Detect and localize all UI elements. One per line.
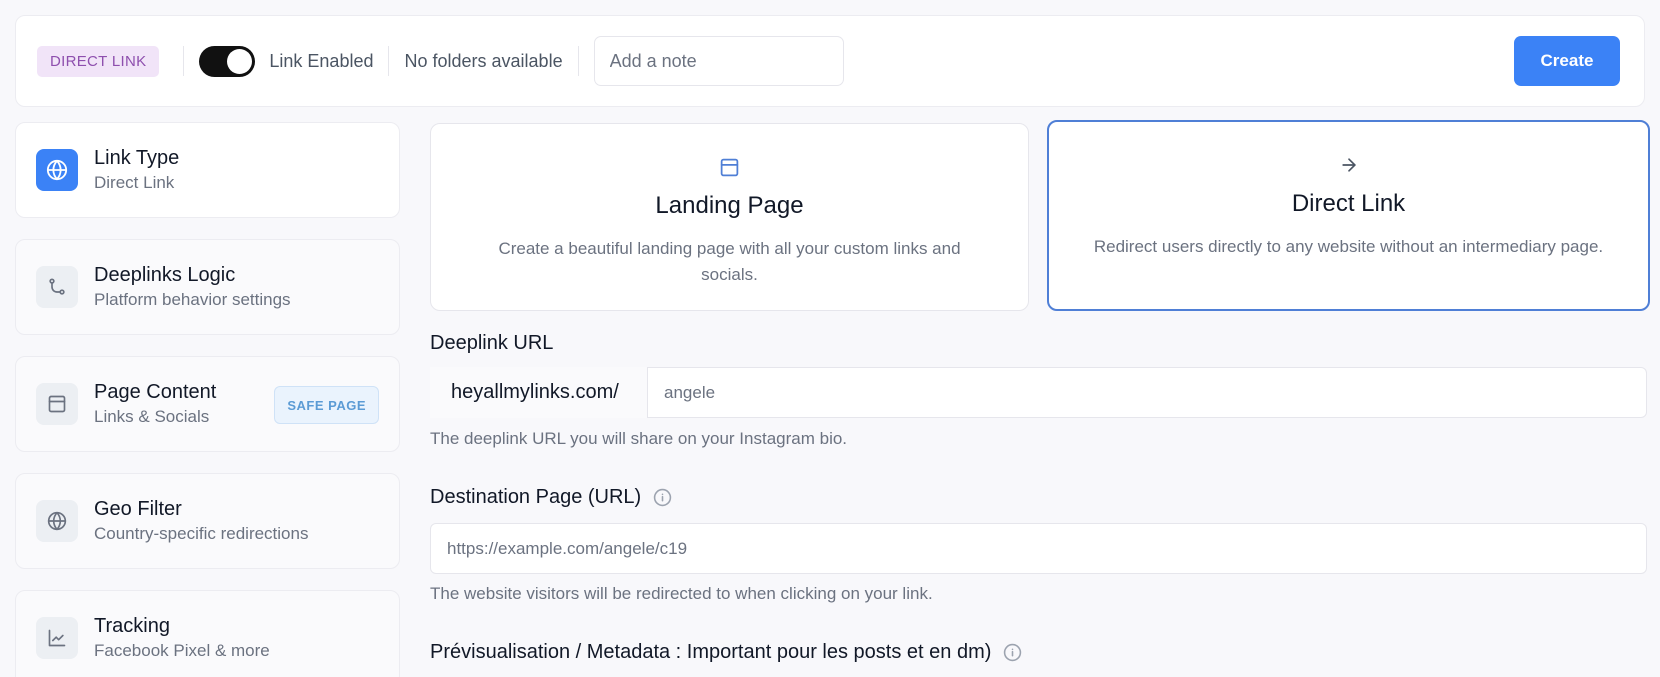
deeplink-url-row: heyallmylinks.com/ xyxy=(430,367,1647,418)
layout-icon xyxy=(36,383,78,425)
sidebar-item-text: Tracking Facebook Pixel & more xyxy=(94,614,270,662)
folders-status: No folders available xyxy=(404,50,563,71)
option-title: Direct Link xyxy=(1291,190,1406,217)
sidebar-item-text: Geo Filter Country-specific redirections xyxy=(94,497,308,545)
landing-page-option[interactable]: Landing Page Create a beautiful landing … xyxy=(430,123,1029,311)
preview-metadata-label: Prévisualisation / Metadata : Important … xyxy=(430,641,1022,664)
direct-link-option[interactable]: Direct Link Redirect users directly to a… xyxy=(1047,120,1650,311)
note-input[interactable] xyxy=(593,36,844,86)
label-text: Deeplink URL xyxy=(430,332,554,354)
sidebar-item-subtitle: Direct Link xyxy=(94,173,175,192)
option-description: Redirect users directly to any website w… xyxy=(1093,237,1604,256)
sidebar-item-page-content[interactable]: Page Content Links & Socials SAFE PAGE xyxy=(15,356,400,452)
safe-page-badge: SAFE PAGE xyxy=(274,386,379,424)
option-title: Landing Page xyxy=(655,192,804,219)
sidebar-item-title: Deeplinks Logic xyxy=(94,264,236,286)
top-bar: DIRECT LINK Link Enabled No folders avai… xyxy=(15,15,1645,107)
sidebar: Link Type Direct Link Deeplinks Logic Pl… xyxy=(15,122,400,677)
chart-line-icon xyxy=(36,617,78,659)
divider xyxy=(388,46,390,76)
divider xyxy=(183,46,185,76)
info-icon[interactable] xyxy=(653,488,672,507)
sidebar-item-geo-filter[interactable]: Geo Filter Country-specific redirections xyxy=(15,473,400,569)
globe-icon xyxy=(36,500,78,542)
destination-url-input[interactable] xyxy=(430,523,1647,574)
sidebar-item-title: Page Content xyxy=(94,381,217,403)
sidebar-item-text: Deeplinks Logic Platform behavior settin… xyxy=(94,263,291,311)
sidebar-item-link-type[interactable]: Link Type Direct Link xyxy=(15,122,400,218)
destination-help-text: The website visitors will be redirected … xyxy=(430,584,933,603)
sidebar-item-subtitle: Platform behavior settings xyxy=(94,290,291,309)
option-description: Create a beautiful landing page with all… xyxy=(498,239,961,284)
sidebar-item-deeplinks-logic[interactable]: Deeplinks Logic Platform behavior settin… xyxy=(15,239,400,335)
sidebar-item-title: Geo Filter xyxy=(94,498,182,520)
url-prefix: heyallmylinks.com/ xyxy=(430,367,647,418)
arrow-right-icon xyxy=(1339,154,1359,176)
toggle-knob xyxy=(227,48,253,74)
git-branch-icon xyxy=(36,266,78,308)
sidebar-item-title: Link Type xyxy=(94,147,180,169)
layout-icon xyxy=(719,156,740,178)
link-enabled-toggle[interactable] xyxy=(199,45,256,77)
sidebar-item-text: Page Content Links & Socials xyxy=(94,380,216,428)
sidebar-item-subtitle: Links & Socials xyxy=(94,407,210,426)
label-text: Prévisualisation / Metadata : Important … xyxy=(430,641,992,663)
sidebar-item-subtitle: Facebook Pixel & more xyxy=(94,641,270,660)
deeplink-input[interactable] xyxy=(647,367,1647,418)
sidebar-item-subtitle: Country-specific redirections xyxy=(94,524,309,543)
create-button[interactable]: Create xyxy=(1514,36,1620,86)
sidebar-item-tracking[interactable]: Tracking Facebook Pixel & more xyxy=(15,590,400,677)
sidebar-item-title: Tracking xyxy=(94,615,170,637)
info-icon[interactable] xyxy=(1003,643,1022,662)
toggle-label: Link Enabled xyxy=(269,50,374,71)
link-type-badge: DIRECT LINK xyxy=(37,45,160,77)
divider xyxy=(577,46,579,76)
destination-label: Destination Page (URL) xyxy=(430,486,672,509)
deeplink-help-text: The deeplink URL you will share on your … xyxy=(430,429,848,448)
label-text: Destination Page (URL) xyxy=(430,486,642,508)
globe-icon xyxy=(36,149,78,191)
sidebar-item-text: Link Type Direct Link xyxy=(94,146,179,194)
deeplink-url-label: Deeplink URL xyxy=(430,332,553,355)
